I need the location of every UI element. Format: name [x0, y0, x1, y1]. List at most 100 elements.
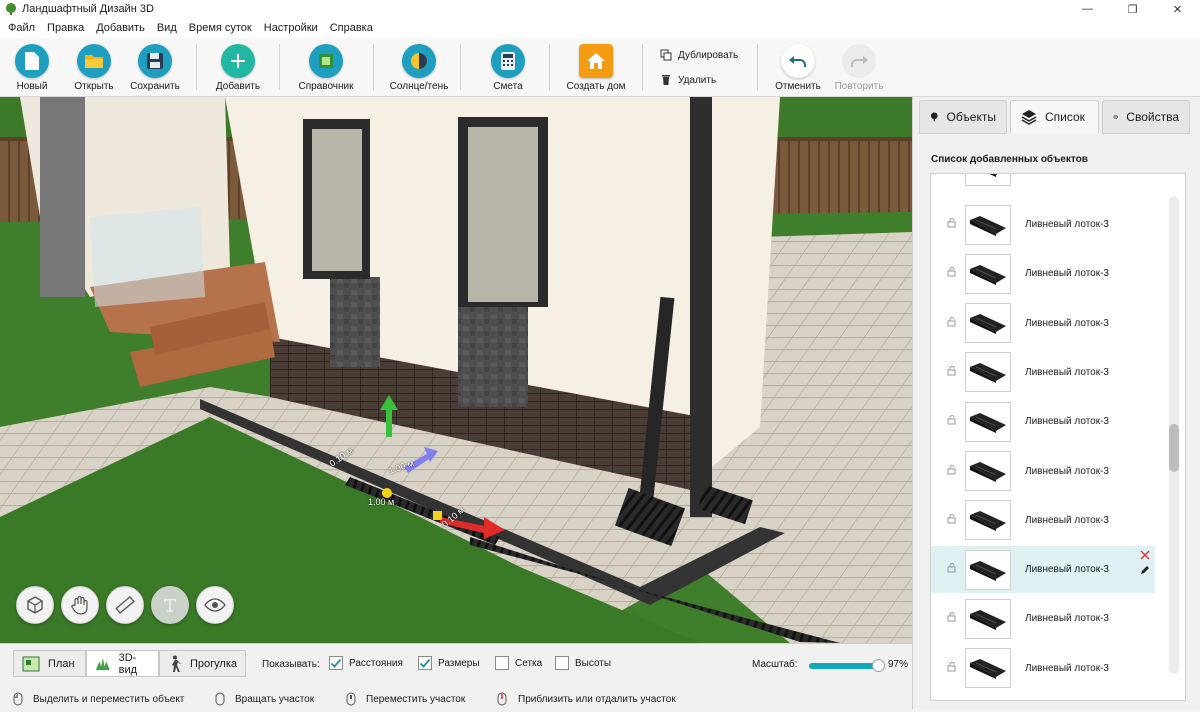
hand-icon: [71, 595, 88, 615]
lock-icon[interactable]: [947, 464, 957, 478]
checkbox-box[interactable]: [555, 656, 569, 670]
walking-person-icon: [171, 655, 181, 672]
checkbox-box[interactable]: [495, 656, 509, 670]
list-item[interactable]: Ливневый лоток-3: [931, 250, 1155, 297]
item-thumbnail: [965, 500, 1011, 541]
viewport-tools: [16, 586, 234, 624]
reference-button[interactable]: Справочник: [291, 44, 361, 92]
bottom-bar: План 3D-вид Прогулка Показывать: Расстоя…: [0, 643, 912, 683]
item-name: Ливневый лоток-3: [1025, 317, 1109, 329]
checkbox-2[interactable]: Сетка: [495, 656, 542, 670]
estimate-button[interactable]: Смета: [473, 44, 543, 92]
tab-list[interactable]: Список: [1010, 100, 1099, 134]
checkbox-0[interactable]: Расстояния: [329, 656, 403, 670]
menu-view[interactable]: Вид: [151, 18, 183, 38]
add-button[interactable]: Добавить: [203, 44, 273, 92]
ruler-tool[interactable]: [106, 586, 144, 624]
menu-bar: Файл Правка Добавить Вид Время суток Нас…: [0, 18, 1200, 38]
pan-tool[interactable]: [61, 586, 99, 624]
toolbar-separator: [642, 44, 643, 90]
menu-help[interactable]: Справка: [324, 18, 379, 38]
select-move-tool[interactable]: [16, 586, 54, 624]
close-button[interactable]: ✕: [1155, 0, 1200, 18]
lock-icon[interactable]: [947, 513, 957, 527]
list-scrollbar[interactable]: [1169, 196, 1179, 674]
lock-icon[interactable]: [947, 267, 957, 280]
lock-icon[interactable]: [947, 365, 957, 379]
edit-pencil-icon[interactable]: [1139, 564, 1151, 576]
zoom-slider-knob[interactable]: [871, 659, 885, 672]
lock-icon[interactable]: [947, 316, 957, 330]
zoom-label: Масштаб:: [752, 659, 798, 670]
item-name: Ливневый лоток-3: [1025, 268, 1109, 280]
menu-add[interactable]: Добавить: [90, 18, 151, 38]
list-item[interactable]: Ливневый лоток-3: [931, 349, 1155, 396]
hint-select-move: Выделить и переместить объект: [13, 692, 184, 706]
menu-file[interactable]: Файл: [2, 18, 41, 38]
title-bar: Ландшафтный Дизайн 3D — ❐ ✕: [0, 0, 1200, 18]
toolbar-separator: [460, 44, 461, 90]
toolbar-separator: [549, 44, 550, 90]
delete-button[interactable]: Удалить: [660, 74, 716, 86]
3d-viewport[interactable]: 0.10 м 1.00 м 1.00 м 0.10 м: [0, 97, 912, 643]
menu-edit[interactable]: Правка: [41, 18, 90, 38]
item-name: Ливневый лоток-3: [1025, 465, 1109, 477]
sun-shadow-button[interactable]: Солнце/тень: [384, 44, 454, 92]
tab-properties[interactable]: Свойства: [1102, 100, 1190, 134]
checkbox-box[interactable]: [418, 656, 432, 670]
objects-list[interactable]: Ливневый лоток-3 Ливневый лоток-3 Ливневый…: [930, 173, 1186, 701]
list-item[interactable]: Ливневый лоток-3: [931, 595, 1155, 642]
scrollbar-thumb[interactable]: [1169, 424, 1179, 472]
minimize-button[interactable]: —: [1065, 0, 1110, 18]
plus-icon: [221, 44, 255, 78]
checkbox-label: Высоты: [575, 657, 612, 669]
toolbar: Новый Открыть Сохранить Добавить Справоч…: [0, 38, 1200, 97]
mode-3d-button[interactable]: 3D-вид: [86, 650, 159, 677]
redo-icon: [842, 44, 876, 78]
lock-icon[interactable]: [947, 661, 957, 675]
list-item[interactable]: Ливневый лоток-3: [931, 645, 1155, 692]
maximize-button[interactable]: ❐: [1110, 0, 1155, 18]
create-house-button[interactable]: Создать дом: [561, 44, 631, 92]
mode-plan-button[interactable]: План: [13, 650, 86, 677]
lock-icon[interactable]: [947, 612, 957, 625]
list-item[interactable]: Ливневый лоток-3: [931, 300, 1155, 347]
toolbar-separator: [373, 44, 374, 90]
lock-icon[interactable]: [947, 415, 957, 428]
list-item[interactable]: Ливневый лоток-3: [931, 546, 1155, 594]
list-item[interactable]: Ливневый лоток-3: [931, 497, 1155, 544]
hint-move-area: Переместить участок: [346, 692, 465, 706]
lock-icon[interactable]: [947, 218, 957, 231]
duplicate-button[interactable]: Дублировать: [660, 49, 738, 61]
delete-item-icon[interactable]: [1140, 550, 1150, 560]
list-item[interactable]: Ливневый лоток-3: [931, 448, 1155, 495]
redo-button[interactable]: Повторить: [824, 44, 894, 92]
text-tool[interactable]: [151, 586, 189, 624]
tab-objects[interactable]: Объекты: [919, 100, 1007, 134]
text-icon: [164, 599, 176, 612]
list-item[interactable]: Ливневый лоток-3: [931, 398, 1155, 445]
eye-layers-icon: [204, 598, 226, 612]
menu-time-of-day[interactable]: Время суток: [183, 18, 258, 38]
mode-walk-button[interactable]: Прогулка: [159, 650, 246, 677]
lock-icon[interactable]: [947, 563, 957, 576]
house-icon: [579, 44, 613, 78]
checkbox-label: Сетка: [515, 657, 543, 669]
checkbox-box[interactable]: [329, 656, 343, 670]
layers-view-tool[interactable]: [196, 586, 234, 624]
checkbox-3[interactable]: Высоты: [555, 656, 611, 670]
item-thumbnail: [965, 451, 1011, 491]
undo-button[interactable]: Отменить: [763, 44, 833, 92]
trash-icon: [662, 75, 670, 85]
list-item[interactable]: Ливневый лоток-3: [931, 201, 1155, 248]
new-button[interactable]: Новый: [0, 44, 67, 92]
open-button[interactable]: Открыть: [59, 44, 129, 92]
zoom-slider[interactable]: [809, 659, 885, 672]
checkbox-1[interactable]: Размеры: [418, 656, 480, 670]
right-panel: Объекты Список Свойства Список добавленн…: [912, 97, 1200, 709]
list-item-partial[interactable]: Ливневый лоток-3: [931, 174, 1155, 189]
menu-settings[interactable]: Настройки: [258, 18, 324, 38]
save-button[interactable]: Сохранить: [120, 44, 190, 92]
item-name: Ливневый лоток-3: [1025, 416, 1109, 428]
item-thumbnail: [965, 648, 1011, 689]
